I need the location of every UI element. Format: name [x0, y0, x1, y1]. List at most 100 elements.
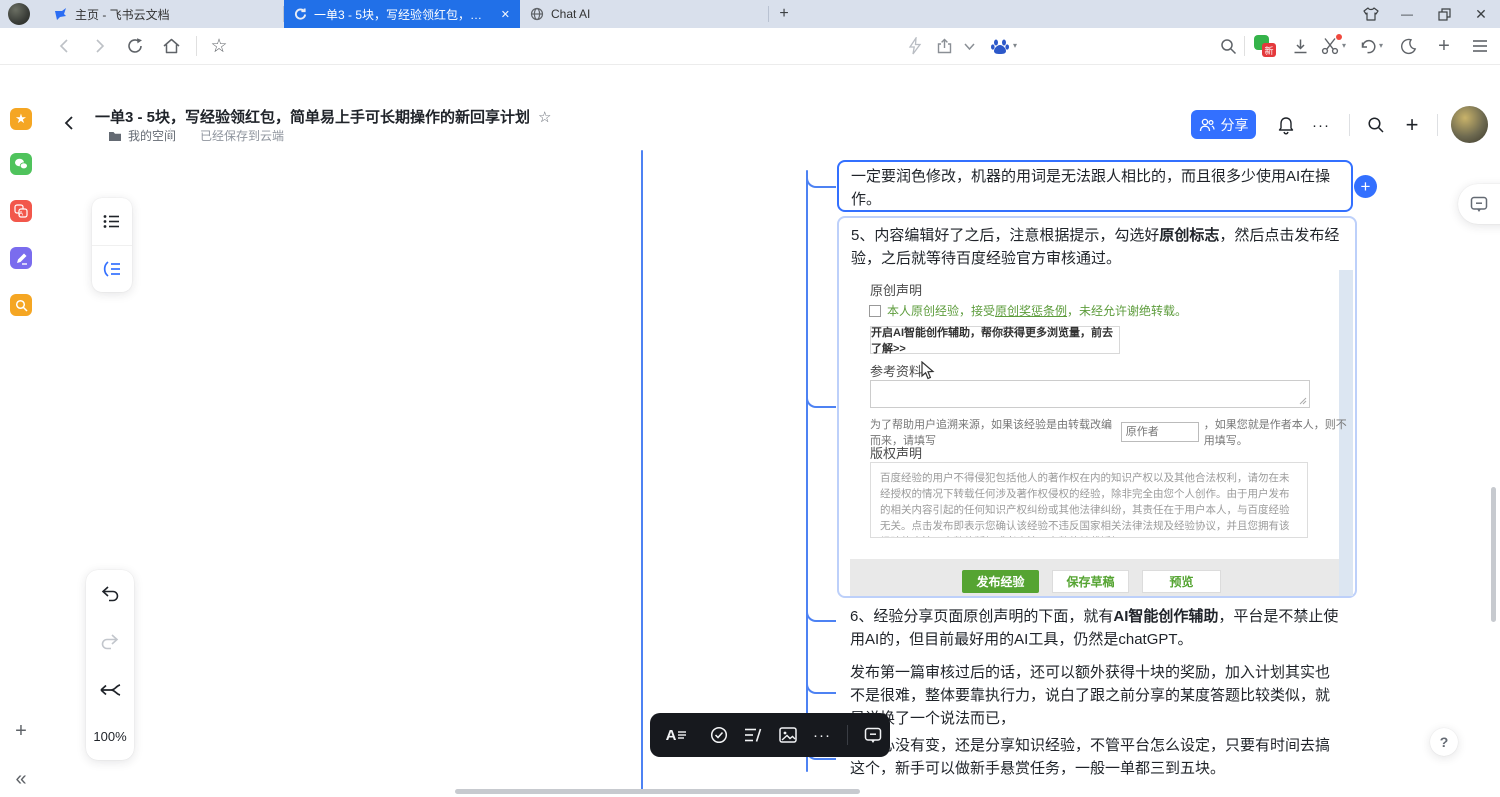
tab-title: Chat AI	[551, 7, 758, 21]
add-panel-button[interactable]: +	[1432, 33, 1456, 59]
toolbar-search-button[interactable]	[1216, 34, 1240, 58]
tab-separator	[768, 6, 769, 22]
nav-forward-button[interactable]	[86, 33, 112, 59]
tab-title: 主页 - 飞书云文档	[75, 6, 274, 23]
breadcrumb-space[interactable]: 我的空间	[128, 127, 176, 144]
share-page-button[interactable]	[932, 34, 956, 58]
fit-width-button[interactable]	[86, 666, 134, 714]
form-reference-heading: 参考资料	[870, 361, 922, 380]
new-tab-button[interactable]: +	[773, 3, 795, 25]
doc-search-button[interactable]	[1364, 113, 1388, 137]
comment-button[interactable]	[864, 727, 882, 744]
tab-close-icon[interactable]: ✕	[501, 8, 510, 21]
translate-extension-button[interactable]: 新	[1254, 35, 1276, 57]
minimize-button[interactable]: —	[1390, 0, 1424, 28]
pen-icon	[15, 252, 28, 265]
home-button[interactable]	[158, 33, 184, 59]
bookmark-star-button[interactable]: ☆	[206, 33, 232, 59]
dark-mode-button[interactable]	[1396, 34, 1420, 58]
doc-back-button[interactable]	[58, 112, 80, 134]
toolbar-expand-button[interactable]	[958, 34, 980, 58]
text-run: 5、内容编辑好了之后，注意根据提示，勾选好	[851, 227, 1159, 244]
baidu-extension-button[interactable]: ▾	[990, 34, 1017, 58]
reference-textarea[interactable]	[870, 380, 1310, 408]
node-selected-paragraph[interactable]: 一定要润色修改，机器的用词是无法跟人相比的，而且很多少使用AI在操作。	[837, 160, 1353, 212]
notifications-button[interactable]	[1274, 113, 1298, 137]
text-run: 本人原创经验，接受	[887, 304, 995, 318]
undo-icon	[1358, 37, 1377, 56]
node-paragraph-core[interactable]: 但核心没有变，还是分享知识经验，不管平台怎么设定，只要有时间去搞这个，新手可以做…	[850, 734, 1342, 780]
globe-favicon	[530, 7, 544, 21]
text-style-button[interactable]: A	[658, 727, 694, 744]
sidebar-notes-button[interactable]	[10, 247, 32, 269]
more-format-button[interactable]: ···	[813, 727, 831, 744]
doc-create-button[interactable]: +	[1399, 111, 1425, 139]
source-note-post: ，如果您就是作者本人，则不用填写。	[1204, 416, 1353, 448]
branch-line-level1	[641, 150, 643, 790]
publish-button[interactable]: 发布经验	[962, 570, 1039, 593]
browser-profile-avatar[interactable]	[8, 3, 30, 25]
share-button[interactable]: 分享	[1191, 110, 1256, 139]
connector-para7	[806, 678, 836, 694]
sidebar-favorites-button[interactable]: ★	[10, 108, 32, 130]
sidebar-search-button[interactable]	[10, 294, 32, 316]
window-close-button[interactable]: ✕	[1464, 0, 1498, 28]
hamburger-menu-icon	[1472, 39, 1488, 53]
help-button[interactable]: ?	[1430, 728, 1458, 756]
vertical-scrollbar[interactable]	[1491, 487, 1496, 622]
image-icon	[779, 727, 797, 743]
divider	[1437, 114, 1438, 136]
screenshot-button[interactable]: ▾	[1320, 34, 1346, 58]
reload-button[interactable]	[122, 33, 148, 59]
letter-a-icon: A	[666, 727, 677, 744]
translate-icon: A	[14, 204, 28, 218]
tab-feishu-home[interactable]: 主页 - 飞书云文档	[44, 0, 284, 28]
browser-menu-button[interactable]	[1468, 34, 1492, 58]
horizontal-scrollbar[interactable]	[455, 789, 860, 794]
user-avatar[interactable]	[1451, 106, 1488, 143]
tab-chat-ai[interactable]: Chat AI	[520, 0, 768, 28]
mindnote-view-button[interactable]	[92, 246, 132, 292]
redo-icon	[100, 633, 120, 651]
boost-button[interactable]	[903, 34, 927, 58]
redo-button[interactable]	[86, 618, 134, 666]
doc-more-button[interactable]: ···	[1308, 112, 1334, 138]
connector-block1	[806, 172, 836, 188]
sidebar-wechat-button[interactable]	[10, 153, 32, 175]
add-node-button[interactable]: +	[1354, 175, 1377, 198]
back-arrow-icon	[56, 37, 74, 55]
preview-button[interactable]: 预览	[1142, 570, 1221, 593]
list-format-button[interactable]	[744, 727, 763, 743]
node-step6[interactable]: 6、经验分享页面原创声明的下面，就有AI智能创作辅助，平台是不禁止使用AI的，但…	[850, 605, 1342, 651]
insert-image-button[interactable]	[779, 727, 797, 743]
tab-active-document[interactable]: 一单3 - 5块，写经验领红包，简单易 ✕	[284, 0, 520, 28]
resize-handle-icon[interactable]	[1299, 397, 1307, 405]
downloads-button[interactable]	[1288, 34, 1312, 58]
bell-icon	[1277, 116, 1295, 135]
ai-assist-banner[interactable]: 开启AI智能创作辅助，帮你获得更多浏览量，前去了解>>	[870, 326, 1120, 354]
check-task-button[interactable]	[710, 726, 728, 744]
floating-format-toolbar: A ···	[650, 713, 890, 757]
outline-view-button[interactable]	[92, 198, 132, 246]
original-checkbox[interactable]	[869, 305, 881, 317]
text-run-bold: 原创标志	[1159, 227, 1219, 244]
sidebar-add-button[interactable]: +	[8, 718, 34, 744]
undo-button[interactable]	[86, 570, 134, 618]
lightning-icon	[908, 37, 922, 55]
sidebar-translate-button[interactable]: A	[10, 200, 32, 222]
original-rules-link[interactable]: 原创奖惩条例	[995, 304, 1067, 318]
comments-panel-toggle[interactable]	[1458, 184, 1500, 224]
restore-button[interactable]	[1427, 0, 1461, 28]
history-undo-button[interactable]: ▾	[1358, 34, 1383, 58]
nav-back-button[interactable]	[52, 33, 78, 59]
moon-icon	[1400, 38, 1417, 55]
doc-star-icon[interactable]: ☆	[538, 108, 551, 126]
original-author-input[interactable]	[1121, 422, 1199, 442]
save-draft-button[interactable]: 保存草稿	[1052, 570, 1129, 593]
zoom-level[interactable]: 100%	[86, 714, 134, 758]
sidebar-collapse-button[interactable]: «	[8, 766, 34, 792]
document-favicon	[294, 8, 307, 21]
theme-skin-button[interactable]	[1354, 0, 1388, 28]
node-paragraph-reward[interactable]: 发布第一篇审核过后的话，还可以额外获得十块的奖励，加入计划其实也不是很难，整体要…	[850, 661, 1342, 730]
share-export-icon	[936, 38, 953, 55]
